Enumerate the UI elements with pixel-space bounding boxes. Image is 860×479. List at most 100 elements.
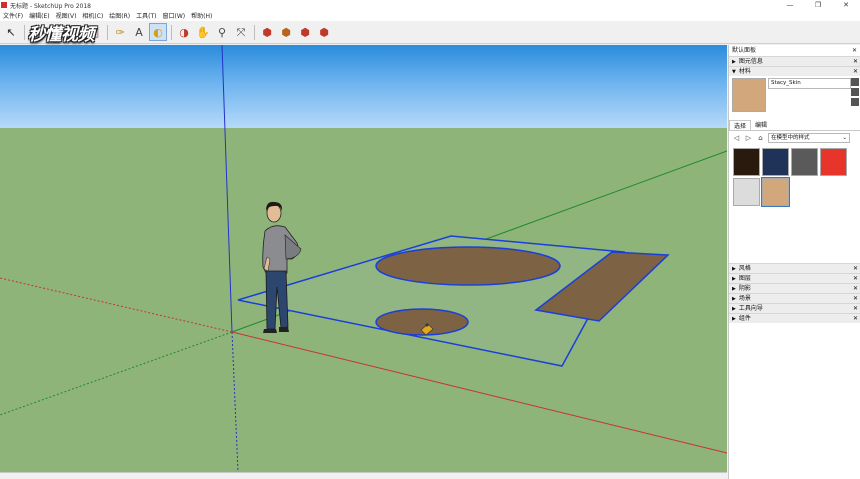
material-swatch[interactable]	[733, 178, 760, 206]
extension-warehouse-icon: ⬢	[281, 25, 291, 39]
collapse-arrow-icon: ▶	[732, 266, 736, 272]
share-model-icon: ⬢	[300, 25, 310, 39]
material-swatch[interactable]	[761, 177, 790, 207]
tray-section-label: 风格	[738, 265, 751, 272]
paint-bucket-icon: ◐	[153, 25, 163, 39]
drawing-viewport[interactable]	[0, 45, 727, 472]
sketchup-window: 无标题 - SketchUp Pro 2018 — ❐ ✕ 文件(F) 编辑(E…	[0, 0, 860, 479]
material-name-field[interactable]: Stacy_Skin	[768, 78, 851, 89]
close-section-icon[interactable]: ✕	[853, 304, 858, 313]
tray-title-text: 默认面板	[732, 47, 757, 54]
swatch-empty-area	[729, 209, 860, 263]
material-swatch-grid	[729, 145, 860, 209]
tray-section-header[interactable]: ▶ 阴影 ✕	[729, 283, 860, 293]
sketchup-logo-icon	[1, 2, 7, 8]
window-title: 无标题 - SketchUp Pro 2018	[10, 2, 91, 10]
material-tabs: 选择 编辑	[729, 120, 860, 131]
material-preview	[732, 78, 766, 112]
collapse-arrow-icon: ▶	[732, 276, 736, 282]
menu-window[interactable]: 窗口(W)	[160, 11, 189, 20]
materials-section-header[interactable]: ▼ 材料 ✕	[729, 66, 860, 76]
watermark-logo: 秒懂视频	[28, 25, 95, 45]
sample-paint-icon[interactable]	[851, 98, 859, 106]
extension-warehouse-tool-button[interactable]: ⬢	[277, 23, 295, 41]
tray-section-label: 阴影	[738, 285, 751, 292]
menu-edit[interactable]: 编辑(E)	[26, 11, 52, 20]
material-swatch[interactable]	[820, 148, 847, 176]
warehouse-tool-button[interactable]: ⬢	[258, 23, 276, 41]
close-section-icon[interactable]: ✕	[853, 284, 858, 293]
close-section-icon[interactable]: ✕	[853, 294, 858, 303]
extension-manager-tool-button[interactable]: ⬢	[315, 23, 333, 41]
material-side-icons	[850, 76, 860, 108]
collapse-arrow-icon: ▶	[732, 296, 736, 302]
person-figure[interactable]	[262, 201, 302, 333]
zoom-extents-tool-button[interactable]: ⤧	[232, 23, 250, 41]
menu-tools[interactable]: 工具(T)	[133, 11, 159, 20]
tray-section-header[interactable]: ▶ 风格 ✕	[729, 263, 860, 273]
display-secondary-icon[interactable]	[851, 88, 859, 96]
share-model-tool-button[interactable]: ⬢	[296, 23, 314, 41]
entity-info-section-header[interactable]: ▶ 图元信息 ✕	[729, 56, 860, 66]
menu-file[interactable]: 文件(F)	[0, 11, 26, 20]
material-swatch[interactable]	[733, 148, 760, 176]
toolbar-separator	[171, 24, 172, 40]
expand-arrow-icon: ▼	[732, 69, 736, 75]
material-swatch[interactable]	[762, 148, 789, 176]
select-arrow-icon: ↖	[6, 25, 16, 39]
tray-section-header[interactable]: ▶ 工具向导 ✕	[729, 303, 860, 313]
home-icon[interactable]: ⌂	[756, 134, 765, 143]
green-axis-dotted	[0, 331, 233, 416]
tray-section-header[interactable]: ▶ 图层 ✕	[729, 273, 860, 283]
tray-section-label: 组件	[738, 315, 751, 322]
close-section-icon[interactable]: ✕	[853, 57, 858, 66]
select-arrow-tool-button[interactable]: ↖	[2, 23, 20, 41]
maximize-button[interactable]: ❐	[804, 0, 832, 10]
red-axis	[231, 331, 727, 454]
toolbar-separator	[107, 24, 108, 40]
menu-bar: 文件(F) 编辑(E) 视图(V) 相机(C) 绘图(R) 工具(T) 窗口(W…	[0, 10, 860, 21]
orbit-tool-button[interactable]: ◑	[175, 23, 193, 41]
tray-section-header[interactable]: ▶ 场景 ✕	[729, 293, 860, 303]
minimize-button[interactable]: —	[776, 0, 804, 10]
collapse-arrow-icon: ▶	[732, 59, 736, 65]
collapsed-sections: ▶ 风格 ✕ ▶ 图层 ✕ ▶ 阴影 ✕ ▶ 场景 ✕ ▶ 工具向导 ✕ ▶ 组件 ✕	[729, 263, 860, 323]
menu-help[interactable]: 帮助(H)	[188, 11, 215, 20]
tab-select[interactable]: 选择	[729, 120, 752, 130]
text-icon: A	[135, 25, 143, 39]
tray-section-label: 图层	[738, 275, 751, 282]
forward-arrow-icon[interactable]: ▷	[744, 134, 753, 143]
tray-section-label: 工具向导	[738, 305, 763, 312]
create-material-icon[interactable]	[851, 78, 859, 86]
zoom-tool-button[interactable]: ⚲	[213, 23, 231, 41]
tab-edit[interactable]: 编辑	[751, 120, 771, 130]
tape-measure-tool-button[interactable]: ✑	[111, 23, 129, 41]
close-button[interactable]: ✕	[832, 0, 860, 10]
scene-canvas	[0, 45, 727, 472]
close-section-icon[interactable]: ✕	[853, 274, 858, 283]
tray-pin-icon[interactable]: ✕	[852, 45, 857, 56]
close-section-icon[interactable]: ✕	[853, 67, 858, 76]
menu-draw[interactable]: 绘图(R)	[106, 11, 133, 20]
paint-bucket-tool-button[interactable]: ◐	[149, 23, 167, 41]
collapse-arrow-icon: ▶	[732, 306, 736, 312]
collapse-arrow-icon: ▶	[732, 316, 736, 322]
status-bar	[0, 472, 727, 479]
collapse-arrow-icon: ▶	[732, 286, 736, 292]
pan-tool-button[interactable]: ✋	[194, 23, 212, 41]
tray-section-header[interactable]: ▶ 组件 ✕	[729, 313, 860, 323]
back-arrow-icon[interactable]: ◁	[732, 134, 741, 143]
blue-axis-dotted	[231, 331, 239, 472]
chevron-down-icon: ⌄	[842, 135, 847, 141]
menu-camera[interactable]: 相机(C)	[79, 11, 106, 20]
blue-axis	[221, 45, 233, 333]
close-section-icon[interactable]: ✕	[853, 314, 858, 323]
close-section-icon[interactable]: ✕	[853, 264, 858, 273]
text-tool-button[interactable]: A	[130, 23, 148, 41]
collection-select[interactable]: 在模型中的样式 ⌄	[768, 133, 850, 143]
zoom-icon: ⚲	[217, 25, 227, 39]
large-ellipse-face[interactable]	[375, 246, 561, 286]
material-swatch[interactable]	[791, 148, 818, 176]
toolbar-separator	[24, 24, 25, 40]
menu-view[interactable]: 视图(V)	[53, 11, 80, 20]
